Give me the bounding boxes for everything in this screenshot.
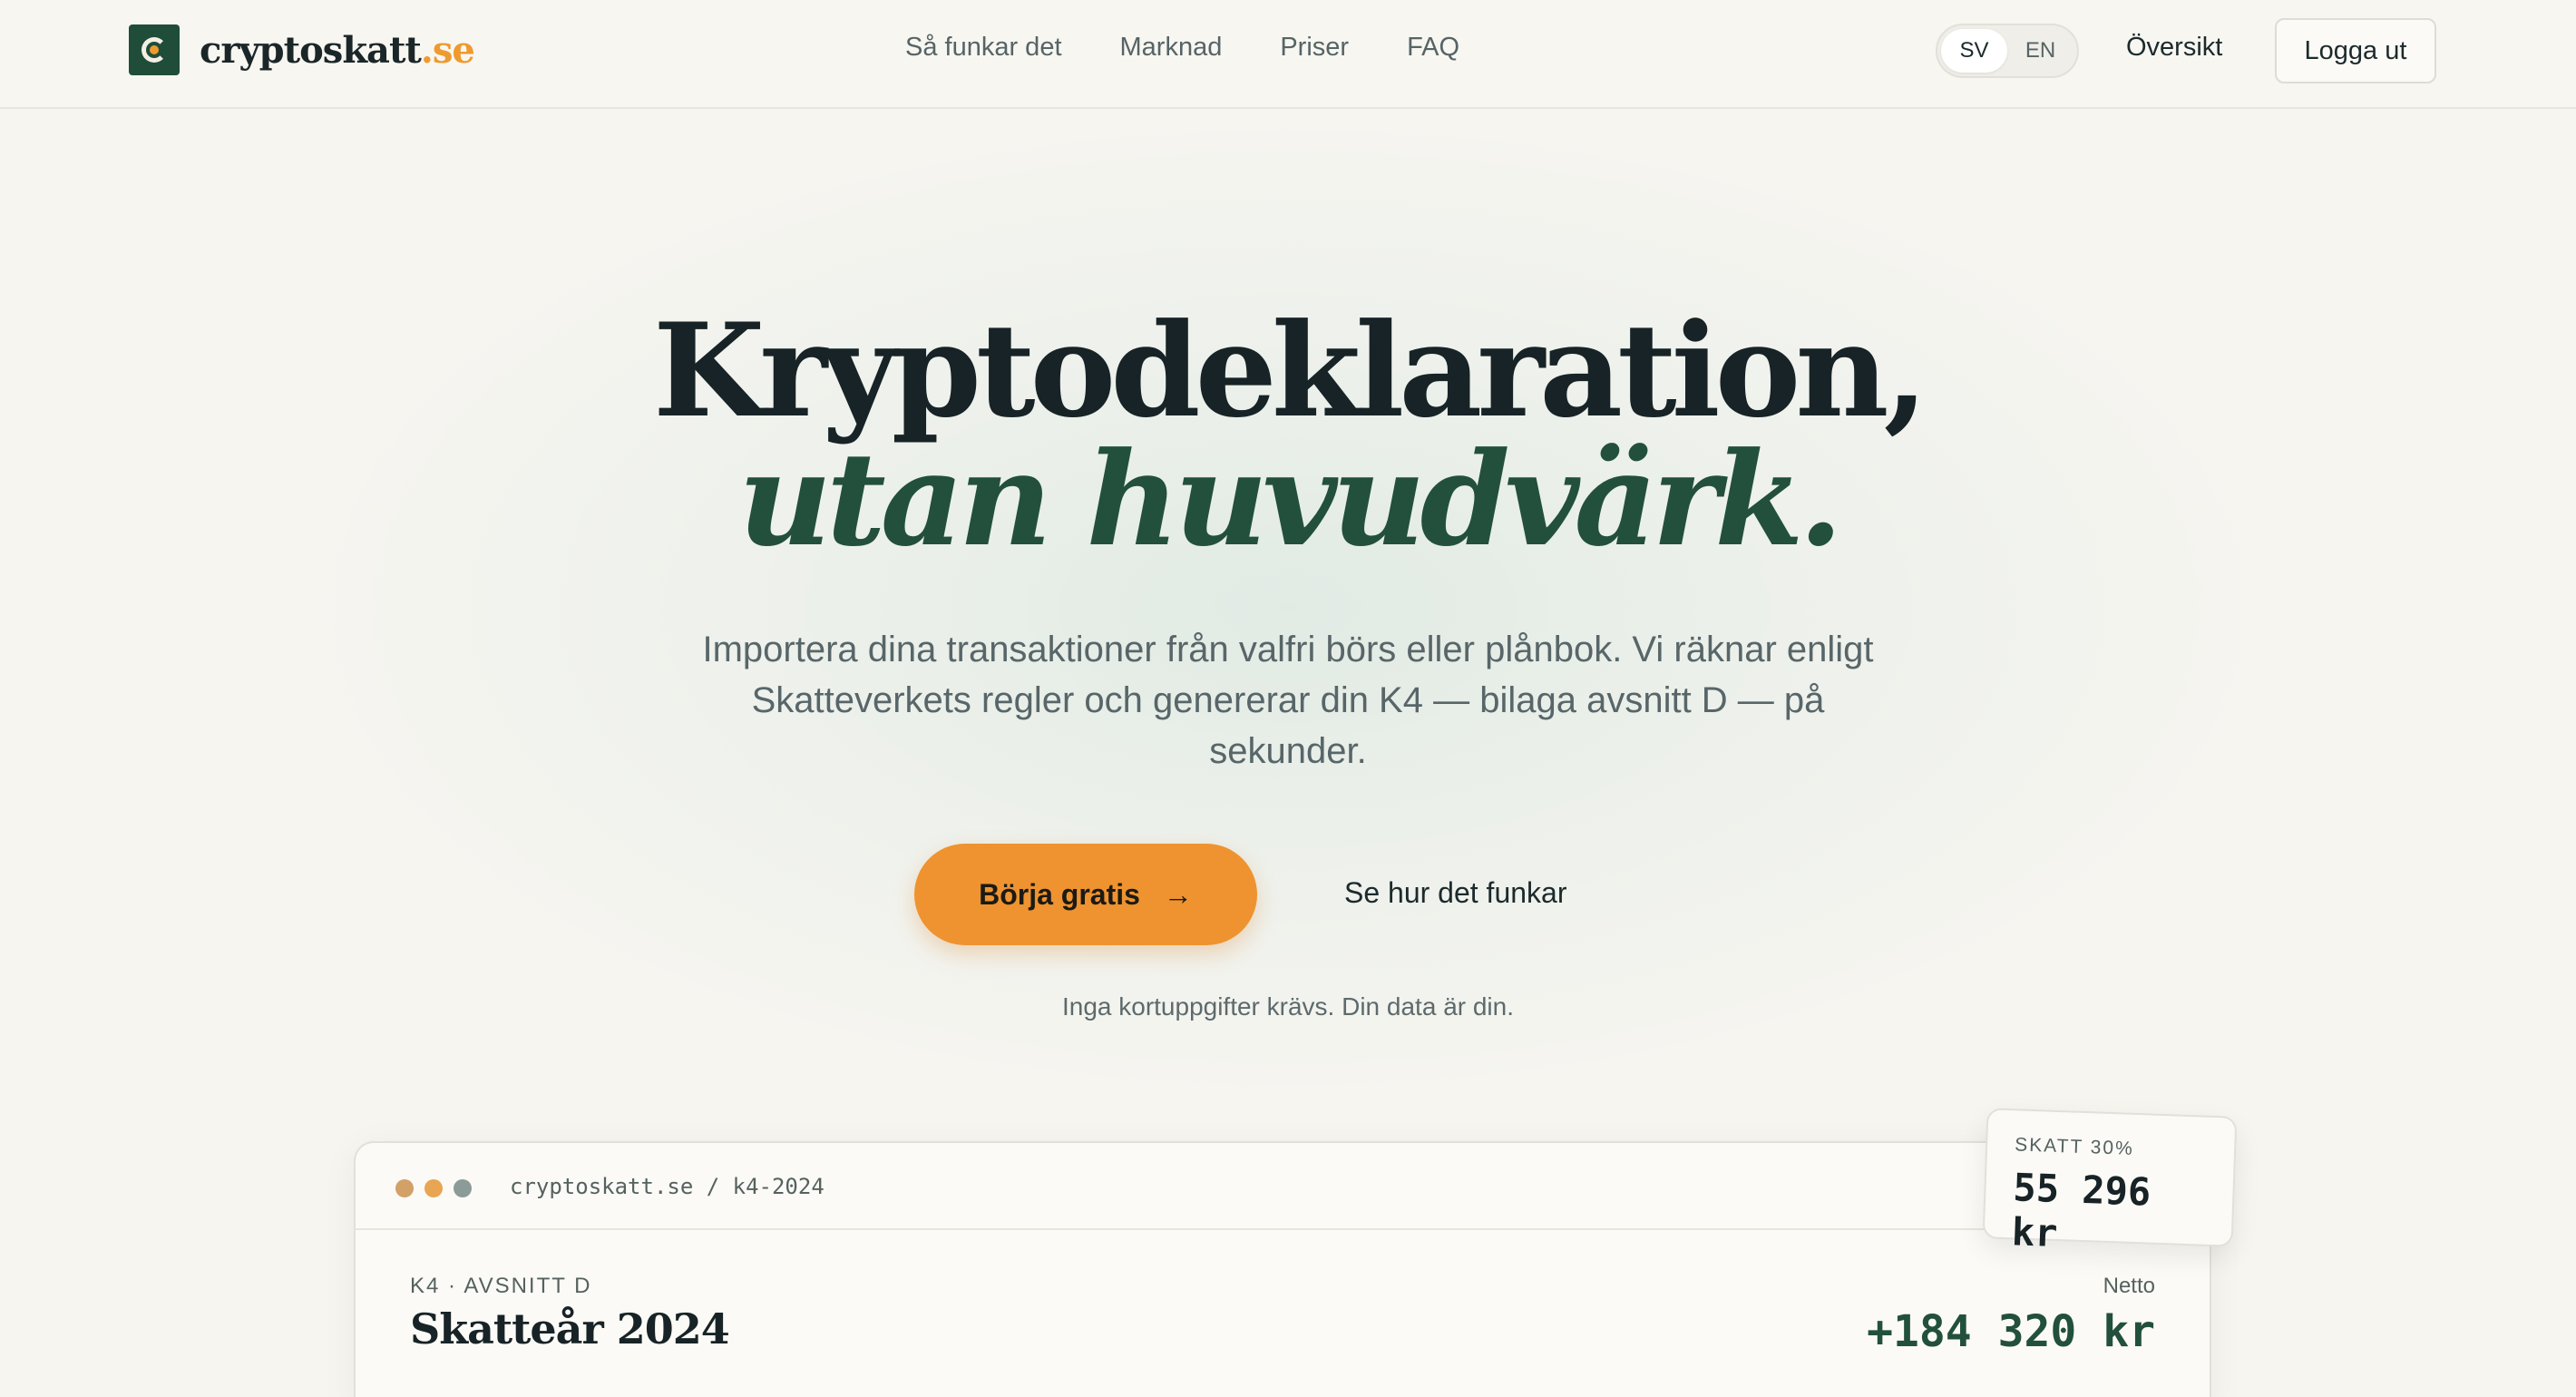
see-how-it-works-link[interactable]: Se hur det funkar <box>1344 876 1566 910</box>
netto-value: +184 320 kr <box>1867 1306 2155 1357</box>
k4-section-label: K4 · AVSNITT D <box>410 1274 592 1298</box>
hero-subtitle: Importera dina transaktioner från valfri… <box>702 630 1874 771</box>
hero-title-line2: utan huvudvärk. <box>737 425 1843 575</box>
tax-badge-value: 55 296 kr <box>2010 1165 2152 1256</box>
window-dots <box>395 1179 472 1197</box>
k4-preview-card: cryptoskatt.se / k4-2024 K4 · AVSNITT D … <box>354 1141 2211 1397</box>
arrow-right-icon: → <box>1163 877 1193 911</box>
overview-link[interactable]: Översikt <box>2126 33 2222 63</box>
start-free-label: Börja gratis <box>979 877 1140 911</box>
brand-logo[interactable]: cryptoskatt.se <box>129 24 475 76</box>
start-free-button[interactable]: Börja gratis → <box>914 844 1257 945</box>
language-en-button[interactable]: EN <box>2007 29 2073 73</box>
tax-badge-card: SKATT 30% 55 296 kr <box>1982 1108 2238 1255</box>
language-toggle: SV EN <box>1936 24 2079 78</box>
hero-background-glow <box>290 109 2286 1107</box>
window-dot-icon <box>454 1179 472 1197</box>
tax-year-heading: Skatteår 2024 <box>410 1304 730 1353</box>
nav-link-how-it-works[interactable]: Så funkar det <box>905 33 1062 63</box>
window-dot-icon <box>424 1179 443 1197</box>
preview-window-bar: cryptoskatt.se / k4-2024 <box>356 1143 2210 1230</box>
preview-url: cryptoskatt.se / k4-2024 <box>510 1174 825 1199</box>
hero-title-line1: Kryptodeklaration, <box>652 296 1928 446</box>
language-sv-button[interactable]: SV <box>1941 29 2007 73</box>
logo-c-icon <box>129 24 180 75</box>
window-dot-icon <box>395 1179 414 1197</box>
netto-label: Netto <box>2103 1274 2155 1298</box>
top-navigation: cryptoskatt.se Så funkar det Marknad Pri… <box>0 0 2576 109</box>
nav-link-market[interactable]: Marknad <box>1120 33 1223 63</box>
main-nav-links: Så funkar det Marknad Priser FAQ <box>905 33 1459 63</box>
logout-button[interactable]: Logga ut <box>2275 18 2436 83</box>
no-card-note: Inga kortuppgifter krävs. Din data är di… <box>1061 992 1515 1021</box>
brand-wordmark: cryptoskatt.se <box>200 28 475 72</box>
nav-link-pricing[interactable]: Priser <box>1280 33 1349 63</box>
tax-badge-label: SKATT 30% <box>2014 1134 2135 1159</box>
nav-link-faq[interactable]: FAQ <box>1407 33 1459 63</box>
